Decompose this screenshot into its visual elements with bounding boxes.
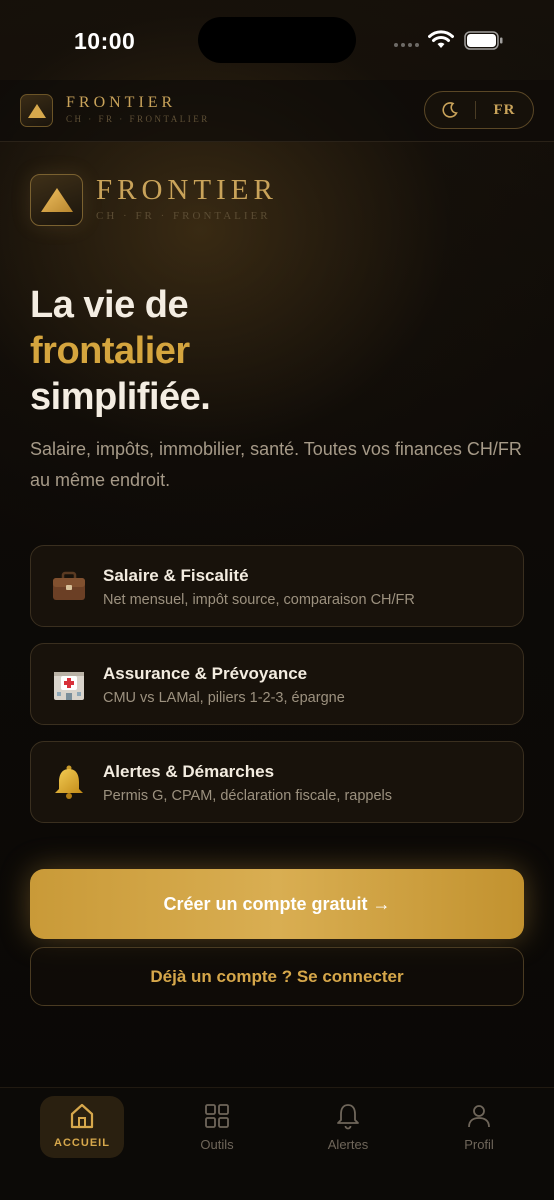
feature-card-alertes[interactable]: Alertes & Démarches Permis G, CPAM, décl… bbox=[30, 741, 524, 823]
hospital-icon bbox=[54, 672, 84, 700]
feature-title: Alertes & Démarches bbox=[103, 762, 275, 781]
login-button[interactable]: Déjà un compte ? Se connecter bbox=[30, 947, 524, 1006]
logo-icon[interactable] bbox=[20, 94, 53, 127]
briefcase-icon bbox=[53, 571, 85, 600]
battery-icon bbox=[464, 31, 503, 50]
feature-card-salaire[interactable]: Salaire & Fiscalité Net mensuel, impôt s… bbox=[30, 545, 524, 627]
feature-subtitle: CMU vs LAMal, piliers 1-2-3, épargne bbox=[103, 690, 345, 706]
grid-icon bbox=[205, 1104, 229, 1128]
status-bar: 10:00 bbox=[0, 0, 554, 80]
language-button[interactable]: FR bbox=[476, 102, 533, 119]
create-account-button[interactable]: Créer un compte gratuit → bbox=[30, 869, 524, 939]
app-header: FRONTIER CH · FR · FRONTALIER FR bbox=[0, 80, 554, 142]
headline: La vie de frontalier simplifiée. bbox=[30, 282, 211, 420]
tab-bar: ACCUEIL Outils Alertes Profil bbox=[0, 1087, 554, 1200]
headline-line-2: frontalier bbox=[30, 330, 190, 372]
tab-label: ACCUEIL bbox=[54, 1137, 110, 1149]
feature-card-assurance[interactable]: Assurance & Prévoyance CMU vs LAMal, pil… bbox=[30, 643, 524, 725]
wifi-icon bbox=[428, 30, 454, 48]
hero-brand: FRONTIER bbox=[96, 174, 278, 206]
tab-label: Profil bbox=[464, 1137, 494, 1152]
feature-subtitle: Permis G, CPAM, déclaration fiscale, rap… bbox=[103, 788, 393, 804]
headline-line-1: La vie de bbox=[30, 284, 189, 326]
bell-icon bbox=[337, 1104, 359, 1130]
tab-profil[interactable]: Profil bbox=[437, 1096, 521, 1158]
tab-accueil[interactable]: ACCUEIL bbox=[40, 1096, 124, 1158]
hero-description: Salaire, impôts, immobilier, santé. Tout… bbox=[30, 439, 522, 490]
hero-tagline: CH · FR · FRONTALIER bbox=[96, 210, 271, 222]
app-screen: 10:00 FRONTIER CH · FR · FRONTALIER FR F… bbox=[0, 0, 554, 1200]
theme-language-toggle: FR bbox=[424, 91, 534, 129]
feature-title: Salaire & Fiscalité bbox=[103, 566, 249, 585]
header-tagline: CH · FR · FRONTALIER bbox=[66, 114, 210, 124]
bell-icon bbox=[55, 765, 83, 799]
feature-subtitle: Net mensuel, impôt source, comparaison C… bbox=[103, 592, 415, 608]
feature-title: Assurance & Prévoyance bbox=[103, 664, 308, 683]
tab-label: Outils bbox=[200, 1137, 234, 1152]
moon-icon[interactable] bbox=[425, 101, 475, 119]
headline-line-3: simplifiée. bbox=[30, 376, 211, 418]
tab-outils[interactable]: Outils bbox=[175, 1096, 259, 1158]
user-icon bbox=[468, 1105, 490, 1128]
tab-label: Alertes bbox=[327, 1137, 369, 1152]
signal-icon bbox=[394, 43, 419, 47]
hero-logo-icon bbox=[30, 174, 83, 226]
header-brand: FRONTIER bbox=[66, 94, 177, 111]
status-time: 10:00 bbox=[74, 28, 136, 54]
tab-alertes[interactable]: Alertes bbox=[306, 1096, 390, 1158]
home-icon bbox=[70, 1103, 94, 1129]
dynamic-island bbox=[198, 17, 356, 63]
